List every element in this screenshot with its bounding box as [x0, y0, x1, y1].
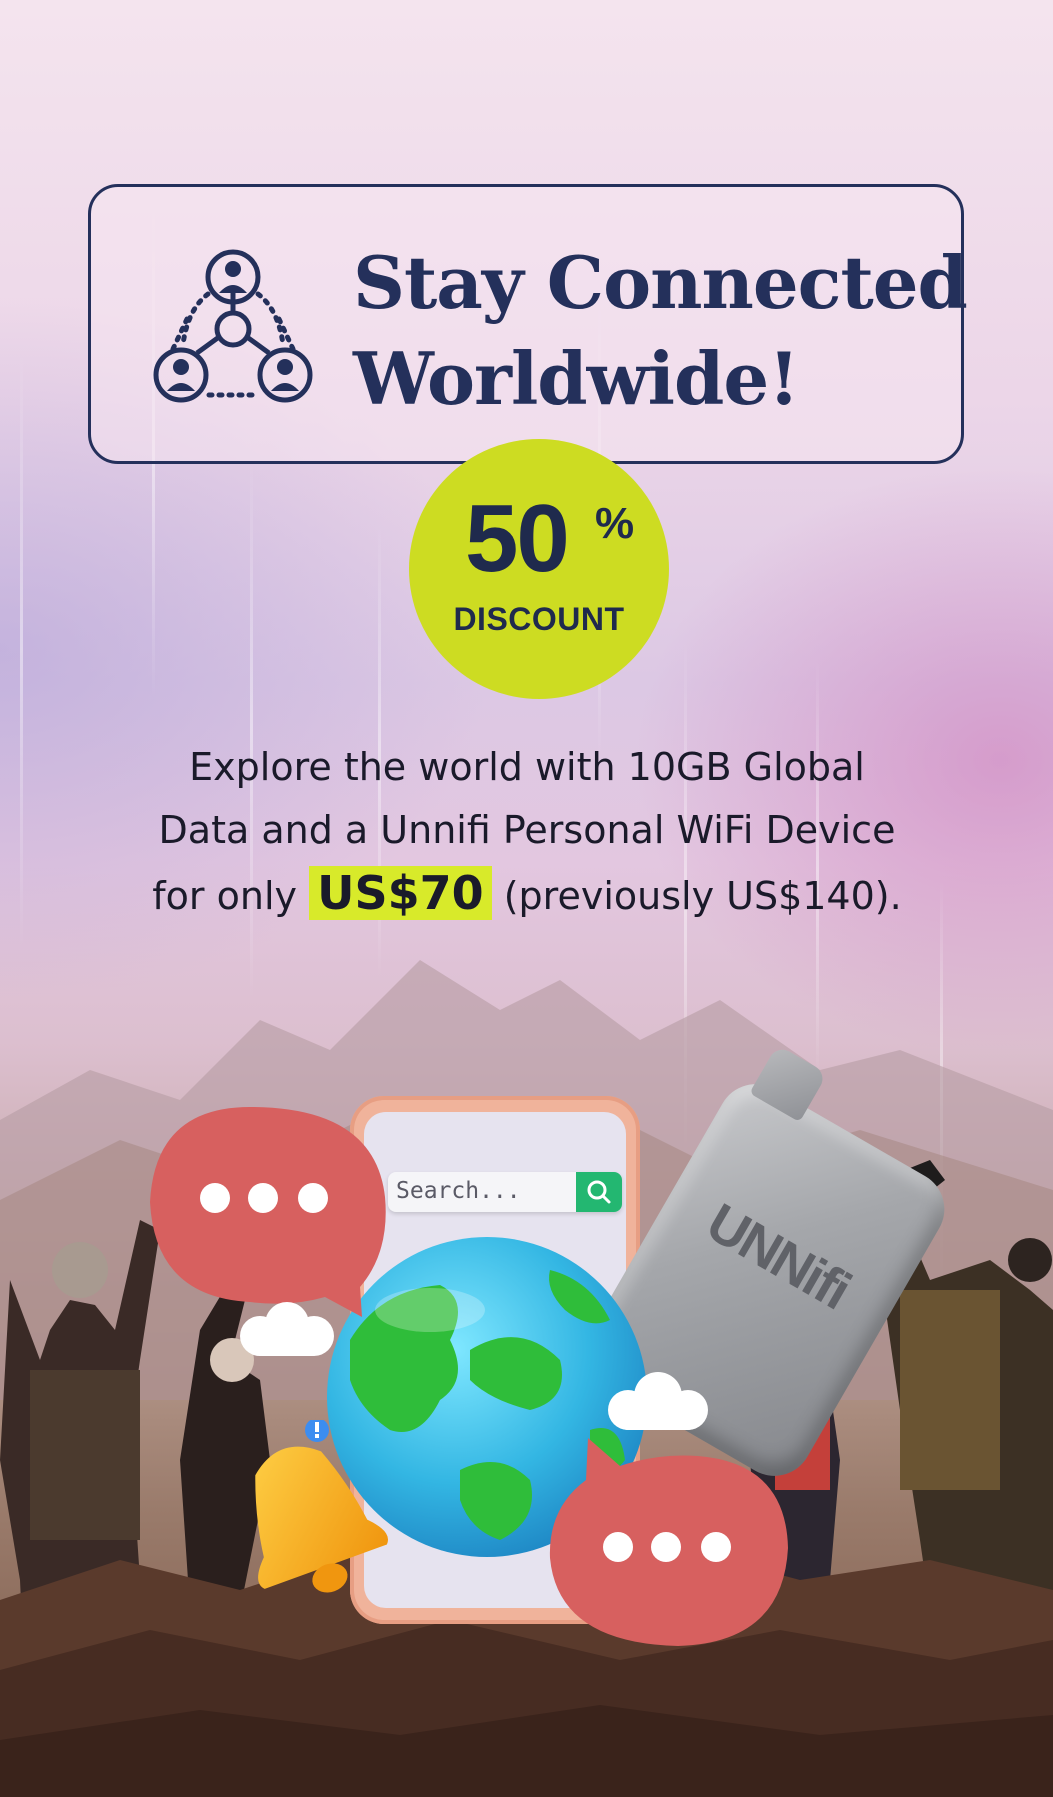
headline-title: Stay Connected Worldwide!	[353, 235, 968, 427]
search-button	[576, 1172, 622, 1212]
bell-icon	[255, 1420, 388, 1593]
router-logo: UNNifi	[696, 1192, 860, 1321]
offer-description: Explore the world with 10GB Global Data …	[90, 736, 964, 928]
search-bar: Search...	[388, 1172, 622, 1212]
headline-line-2: Worldwide!	[353, 336, 800, 421]
people-network-icon	[153, 249, 313, 403]
cloud-icon-secondary	[608, 1372, 708, 1430]
description-suffix: (previously US$140).	[503, 874, 902, 918]
chat-bubble-icon	[150, 1107, 386, 1317]
offer-price: US$70	[309, 866, 492, 920]
discount-number: 50	[465, 485, 570, 592]
description-line-2: Data and a Unnifi Personal WiFi Device	[158, 808, 896, 852]
headline-line-1: Stay Connected	[353, 240, 968, 325]
discount-badge: 50 % DISCOUNT	[409, 439, 669, 699]
magnifier-icon	[587, 1180, 611, 1204]
discount-percent-sign: %	[595, 499, 635, 548]
description-line-3: for only US$70 (previously US$140).	[90, 862, 964, 928]
chat-bubble-icon-secondary	[549, 1438, 788, 1646]
description-prefix: for only	[152, 874, 298, 918]
search-placeholder: Search...	[396, 1178, 521, 1204]
discount-label: DISCOUNT	[453, 601, 625, 637]
cloud-icon	[240, 1302, 334, 1356]
description-line-1: Explore the world with 10GB Global	[189, 745, 865, 789]
headline-card: Stay Connected Worldwide!	[88, 184, 968, 464]
